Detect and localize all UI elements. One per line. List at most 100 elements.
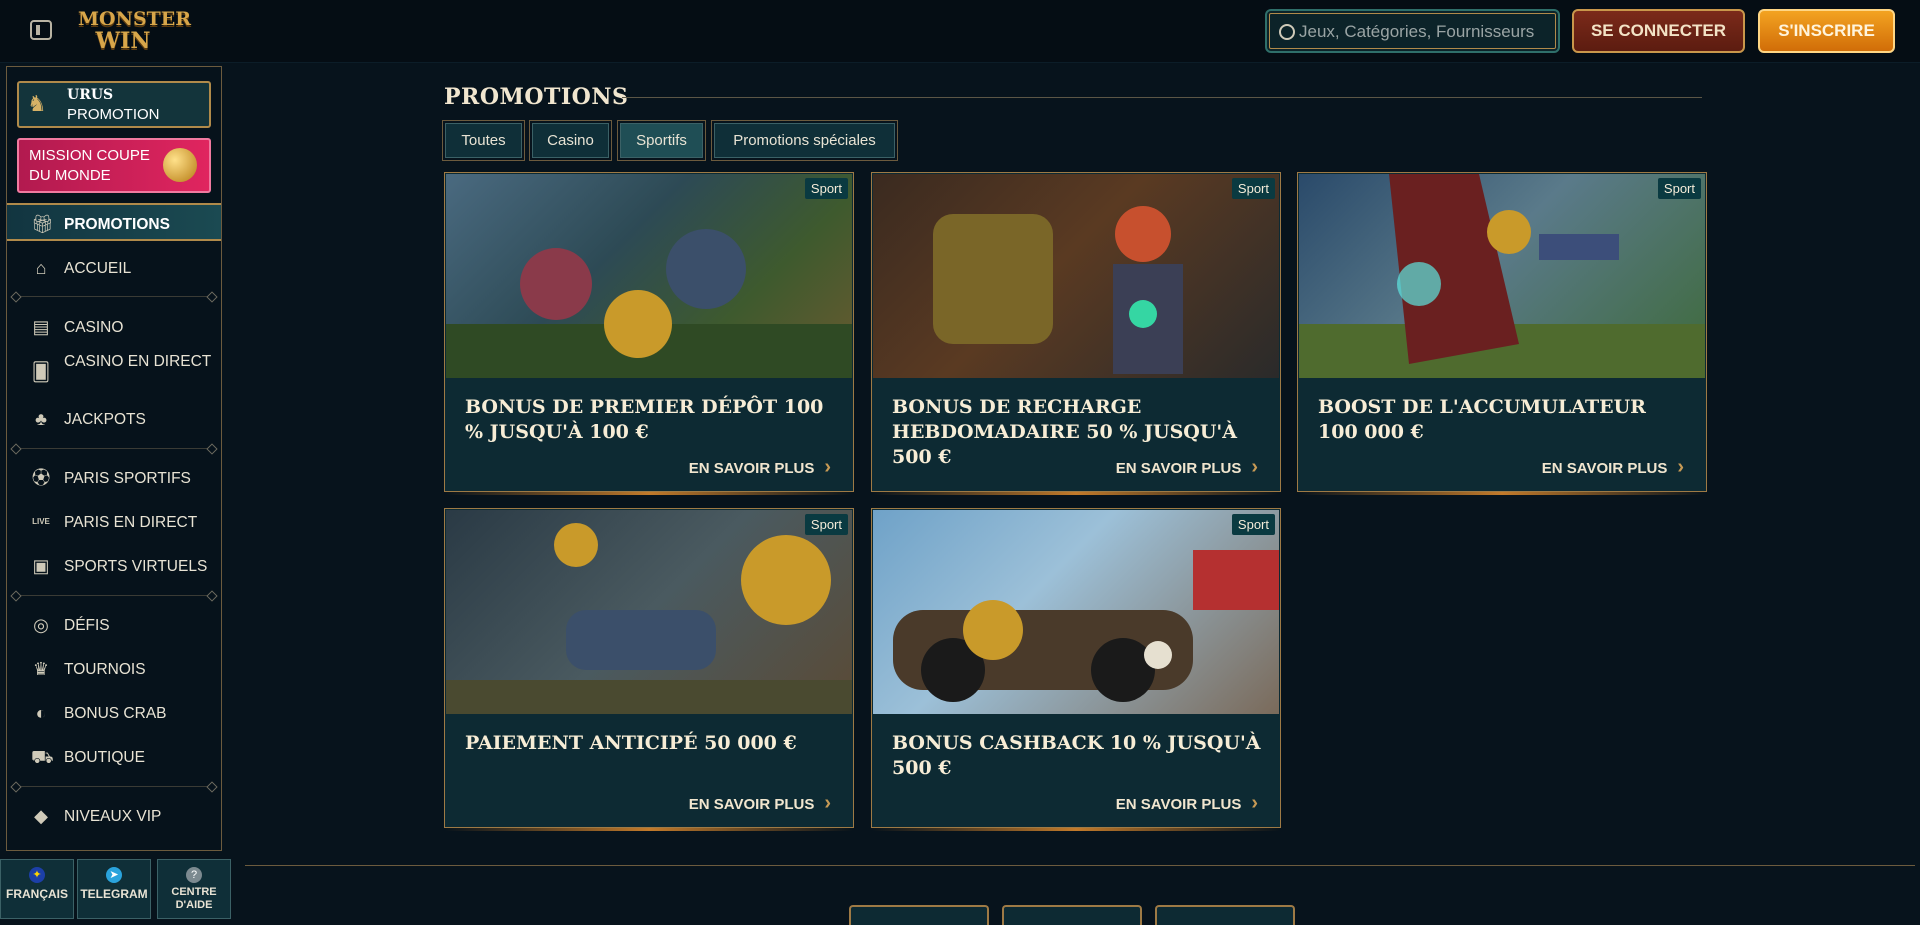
sidebar-item-label: TOURNOIS — [64, 661, 146, 678]
logo[interactable]: MONSTER WIN — [78, 8, 192, 56]
login-button[interactable]: SE CONNECTER — [1572, 9, 1745, 53]
footer-button[interactable] — [849, 905, 989, 925]
learn-more-link[interactable]: EN SAVOIR PLUS — [1116, 792, 1258, 815]
sidebar-item-label: PARIS EN DIRECT — [64, 514, 198, 531]
sidebar-item-label: PROMOTIONS — [64, 216, 170, 233]
learn-more-link[interactable]: EN SAVOIR PLUS — [1116, 456, 1258, 479]
sidebar-item-casino[interactable]: ▤ CASINO — [7, 308, 221, 346]
top-bar: MONSTER WIN SE CONNECTER S'INSCRIRE — [0, 0, 1920, 63]
filter-toutes[interactable]: Toutes — [442, 120, 525, 161]
promo-card[interactable]: Sport BONUS DE RECHARGE HEBDOMADAIRE 50 … — [871, 172, 1281, 495]
divider — [15, 296, 213, 297]
divider — [15, 595, 213, 596]
urus-promotion-card[interactable]: ♞ URUS PROMOTION — [17, 81, 211, 128]
mission-world-cup-card[interactable]: MISSION COUPE DU MONDE — [17, 138, 211, 193]
race-car-illustration — [893, 550, 1279, 702]
promo-title: PAIEMENT ANTICIPÉ 50 000 € — [465, 732, 797, 754]
sidebar-item-defis[interactable]: ◎ DÉFIS — [7, 606, 221, 644]
sidebar-item-paris-en-direct[interactable]: LIVE PARIS EN DIRECT — [7, 503, 221, 541]
mission-label: MISSION COUPE DU MONDE — [29, 147, 150, 184]
sidebar-item-label: JACKPOTS — [64, 411, 146, 428]
promo-card[interactable]: Sport BONUS DE PREMIER DÉPÔT 100 % JUSQU… — [444, 172, 854, 495]
sidebar-item-label: BONUS CRAB — [64, 705, 167, 722]
shop-icon: ⛟ — [31, 747, 54, 767]
divider — [15, 448, 213, 449]
search-box[interactable] — [1265, 9, 1560, 53]
sidebar-item-paris-sportifs[interactable]: ⚽︎ PARIS SPORTIFS — [7, 459, 221, 497]
sidebar-item-label: BOUTIQUE — [64, 749, 145, 766]
gift-icon: 🎁︎ — [31, 214, 54, 234]
urus-title: URUS — [67, 87, 114, 103]
logo-line-2: WIN — [95, 28, 151, 54]
crab-icon: ◐ — [35, 703, 47, 723]
soccer-players-illustration — [446, 229, 852, 378]
promo-image: Sport — [873, 174, 1279, 378]
promo-image: Sport — [873, 510, 1279, 714]
promo-image: Sport — [446, 510, 852, 714]
sidebar-toggle-icon[interactable] — [30, 20, 52, 40]
category-badge: Sport — [1231, 178, 1275, 199]
sidebar: ♞ URUS PROMOTION MISSION COUPE DU MONDE … — [6, 66, 222, 851]
category-badge: Sport — [1231, 514, 1275, 535]
sidebar-item-niveaux-vip[interactable]: ◆ NIVEAUX VIP — [7, 797, 221, 835]
search-input[interactable] — [1297, 17, 1556, 47]
eu-flag-icon: ✦ — [29, 867, 45, 883]
sidebar-item-label: SPORTS VIRTUELS — [64, 558, 208, 575]
virtual-sports-icon: ▣ — [32, 556, 50, 576]
category-badge: Sport — [804, 514, 848, 535]
promo-title: BOOST DE L'ACCUMULATEUR 100 000 € — [1318, 396, 1646, 443]
search-icon — [1279, 24, 1295, 40]
live-icon: LIVE — [32, 517, 50, 526]
promo-card[interactable]: Sport PAIEMENT ANTICIPÉ 50 000 € EN SAVO… — [444, 508, 854, 831]
help-icon: ? — [186, 867, 202, 883]
sidebar-item-label: PARIS SPORTIFS — [64, 470, 191, 487]
learn-more-link[interactable]: EN SAVOIR PLUS — [689, 456, 831, 479]
register-button[interactable]: S'INSCRIRE — [1758, 9, 1895, 53]
category-badge: Sport — [804, 178, 848, 199]
filter-promotions-speciales[interactable]: Promotions spéciales — [711, 120, 898, 161]
learn-more-link[interactable]: EN SAVOIR PLUS — [1542, 456, 1684, 479]
filter-sportifs[interactable]: Sportifs — [617, 120, 706, 161]
language-button[interactable]: ✦ FRANÇAIS — [0, 859, 74, 919]
promo-card[interactable]: Sport BOOST DE L'ACCUMULATEUR 100 000 € … — [1297, 172, 1707, 495]
help-center-button[interactable]: ? CENTRE D'AIDE — [157, 859, 231, 919]
footer-button[interactable] — [1002, 905, 1142, 925]
telegram-label: TELEGRAM — [80, 887, 148, 901]
slot-machine-icon: ▤ — [32, 317, 50, 337]
logo-line-1: MONSTER — [78, 8, 192, 30]
learn-more-link[interactable]: EN SAVOIR PLUS — [689, 792, 831, 815]
sidebar-item-promotions[interactable]: 🎁︎ PROMOTIONS — [7, 203, 221, 241]
divider — [15, 786, 213, 787]
sidebar-item-sports-virtuels[interactable]: ▣ SPORTS VIRTUELS — [7, 547, 221, 585]
sidebar-item-boutique[interactable]: ⛟ BOUTIQUE — [7, 738, 221, 776]
promo-title: BONUS CASHBACK 10 % JUSQU'À 500 € — [892, 732, 1261, 779]
sidebar-item-label: CASINO EN DIRECT — [64, 353, 212, 370]
promo-image: Sport — [1299, 174, 1705, 378]
sidebar-item-casino-en-direct[interactable]: 🂠 CASINO EN DIRECT — [7, 349, 221, 395]
bull-icon: ♞ — [27, 91, 47, 116]
clover-icon: ♣ — [35, 409, 47, 429]
sidebar-item-bonus-crab[interactable]: ◐ BONUS CRAB — [7, 694, 221, 732]
card-icon: 🂠 — [31, 362, 51, 382]
footer-divider — [245, 865, 1915, 866]
diamond-icon: ◆ — [34, 806, 48, 826]
footer-button[interactable] — [1155, 905, 1295, 925]
promo-card[interactable]: Sport BONUS CASHBACK 10 % JUSQU'À 500 € … — [871, 508, 1281, 831]
goalkeeper-illustration — [446, 523, 852, 714]
help-label: CENTRE D'AIDE — [171, 886, 217, 911]
sidebar-item-tournois[interactable]: ♛ TOURNOIS — [7, 650, 221, 688]
urus-subtitle: PROMOTION — [67, 106, 160, 123]
sidebar-item-label: NIVEAUX VIP — [64, 808, 162, 825]
sidebar-item-accueil[interactable]: ⌂ ACCUEIL — [7, 249, 221, 287]
promo-image: Sport — [446, 174, 852, 378]
sidebar-item-jackpots[interactable]: ♣ JACKPOTS — [7, 400, 221, 438]
home-icon: ⌂ — [35, 258, 47, 278]
challenge-icon: ◎ — [33, 615, 49, 635]
filter-casino[interactable]: Casino — [529, 120, 612, 161]
sidebar-item-label: DÉFIS — [64, 617, 110, 634]
promo-title: BONUS DE PREMIER DÉPÔT 100 % JUSQU'À 100… — [465, 396, 824, 443]
sidebar-item-label: ACCUEIL — [64, 260, 132, 277]
telegram-button[interactable]: ➤ TELEGRAM — [77, 859, 151, 919]
ball-icon: ⚽︎ — [32, 468, 50, 488]
category-badge: Sport — [1657, 178, 1701, 199]
